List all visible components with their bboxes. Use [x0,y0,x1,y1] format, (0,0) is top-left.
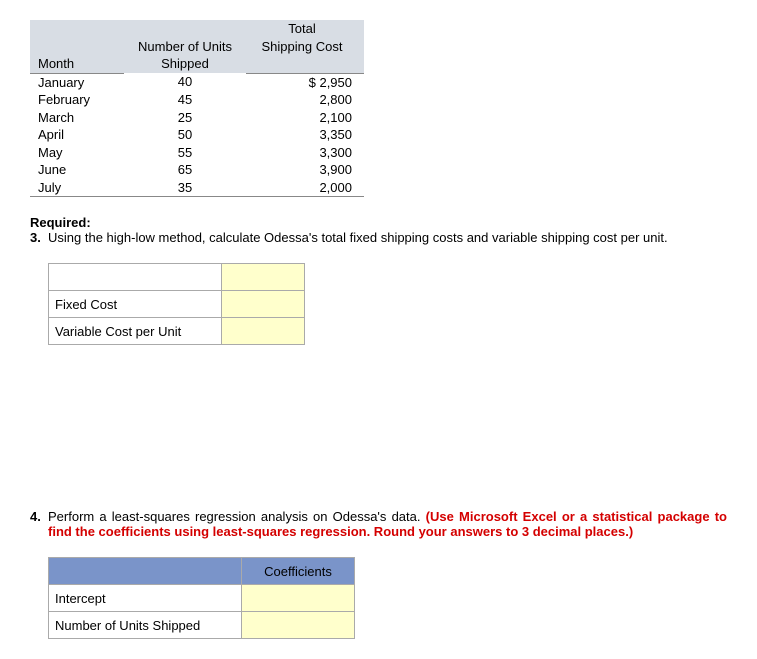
q4-text: Perform a least-squares regression analy… [48,509,727,539]
q4-coeff-header: Coefficients [242,558,355,585]
shipping-data-table: Total Number of Units Shipped Shipping C… [30,20,364,197]
table-row: April 50 3,350 [30,126,364,144]
q4-units-input[interactable] [242,612,355,639]
header-shipping-cost: Shipping Cost [246,38,364,56]
table-row: January 40 $ 2,950 [30,73,364,91]
header-month: Month [30,55,124,73]
header-total: Total [246,20,364,38]
q4-intercept-input[interactable] [242,585,355,612]
q3-fixed-cost-label: Fixed Cost [49,291,222,318]
q3-variable-cost-input[interactable] [222,318,305,345]
q3-text: Using the high-low method, calculate Ode… [48,230,727,245]
q4-units-label: Number of Units Shipped [49,612,242,639]
required-label: Required: [30,215,727,230]
table-row: May 55 3,300 [30,144,364,162]
table-row: March 25 2,100 [30,109,364,127]
table-row: June 65 3,900 [30,161,364,179]
table-row: February 45 2,800 [30,91,364,109]
q3-answer-grid: Fixed Cost Variable Cost per Unit [48,263,305,345]
q3-variable-cost-label: Variable Cost per Unit [49,318,222,345]
table-row: July 35 2,000 [30,179,364,197]
q4-answer-grid: Coefficients Intercept Number of Units S… [48,557,355,639]
header-units: Number of Units Shipped [124,38,246,74]
q4-intercept-label: Intercept [49,585,242,612]
q3-number: 3. [30,230,48,245]
q3-fixed-cost-input[interactable] [222,291,305,318]
q4-number: 4. [30,509,48,539]
